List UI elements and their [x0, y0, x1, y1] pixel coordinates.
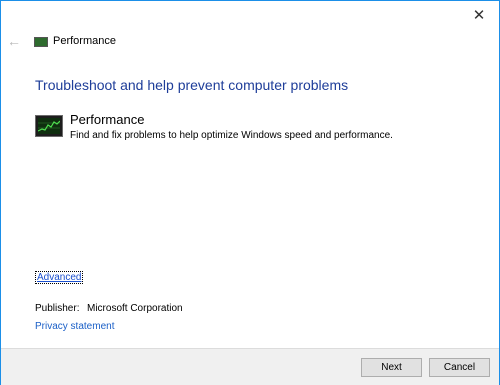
- advanced-link[interactable]: Advanced: [35, 271, 84, 284]
- window-title: Performance: [53, 35, 116, 47]
- item-title: Performance: [70, 112, 145, 127]
- privacy-statement-link[interactable]: Privacy statement: [35, 321, 114, 332]
- page-heading: Troubleshoot and help prevent computer p…: [35, 77, 349, 93]
- close-icon: ✕: [472, 7, 486, 24]
- publisher-label: Publisher:: [35, 303, 80, 314]
- publisher-value: Microsoft Corporation: [87, 303, 183, 314]
- back-arrow-icon[interactable]: ←: [7, 33, 23, 49]
- performance-monitor-icon: [35, 115, 63, 137]
- cancel-button[interactable]: Cancel: [429, 358, 490, 377]
- item-description: Find and fix problems to help optimize W…: [70, 130, 393, 141]
- footer-bar: Next Cancel: [1, 348, 499, 385]
- header-bar: ← Performance: [1, 29, 499, 55]
- next-button[interactable]: Next: [361, 358, 422, 377]
- close-button[interactable]: ✕: [465, 4, 493, 26]
- performance-small-icon: [34, 37, 48, 47]
- troubleshooter-window: ✕ ← Performance Troubleshoot and help pr…: [0, 0, 500, 385]
